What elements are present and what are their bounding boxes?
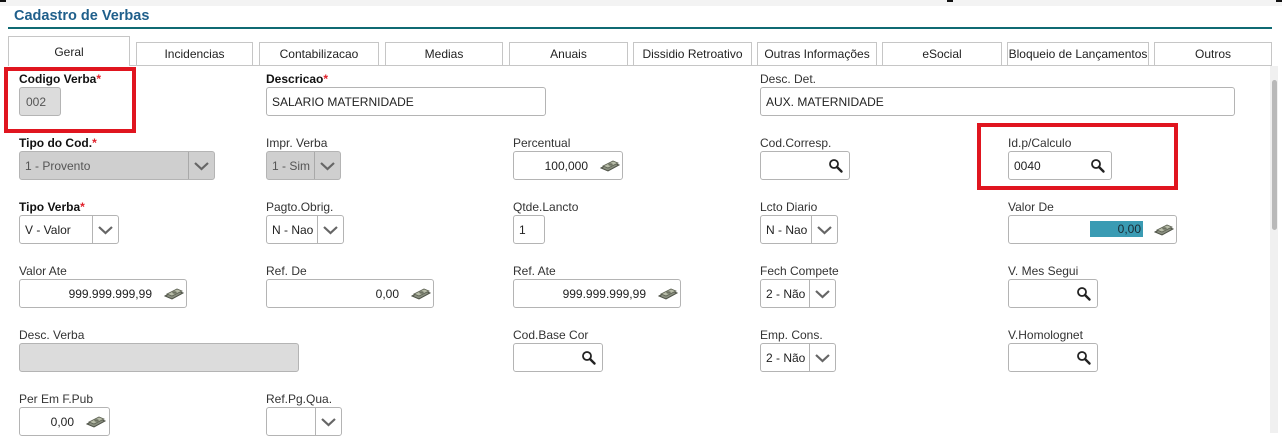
impr-verba-select[interactable]: 1 - Sim xyxy=(266,151,341,180)
chevron-down-icon xyxy=(92,216,118,243)
v-mes-segui-label: V. Mes Segui xyxy=(1008,264,1079,278)
qtde-lancto-label: Qtde.Lancto xyxy=(513,200,579,214)
money-icon[interactable] xyxy=(657,287,679,301)
pagto-obrig-label: Pagto.Obrig. xyxy=(266,200,334,214)
cod-corresp-field[interactable] xyxy=(760,151,850,180)
desc-verba-label: Desc. Verba xyxy=(19,328,85,342)
money-icon[interactable] xyxy=(163,287,185,301)
chevron-down-icon xyxy=(809,280,835,307)
lcto-diario-label: Lcto Diario xyxy=(760,200,818,214)
qtde-lancto-field[interactable]: 1 xyxy=(513,215,545,244)
percentual-label: Percentual xyxy=(513,136,571,150)
pagto-obrig-select[interactable]: N - Nao xyxy=(266,215,344,244)
tab-outras-informacoes[interactable]: Outras Informações xyxy=(757,42,877,65)
desc-verba-field[interactable] xyxy=(19,343,299,372)
emp-cons-select[interactable]: 2 - Não xyxy=(760,343,836,372)
magnifier-icon[interactable] xyxy=(1090,158,1106,174)
emp-cons-label: Emp. Cons. xyxy=(760,328,823,342)
fech-compete-label: Fech Compete xyxy=(760,264,839,278)
top-strip xyxy=(0,0,1282,6)
cod-base-cor-label: Cod.Base Cor xyxy=(513,328,589,342)
chevron-down-icon xyxy=(188,152,214,179)
tab-esocial[interactable]: eSocial xyxy=(882,42,1002,65)
money-icon[interactable] xyxy=(85,415,107,429)
v-mes-segui-field[interactable] xyxy=(1008,279,1098,308)
valor-de-field[interactable]: 0,00 xyxy=(1008,215,1177,244)
magnifier-icon[interactable] xyxy=(1076,350,1092,366)
valor-de-label: Valor De xyxy=(1008,200,1054,214)
ref-ate-field[interactable]: 999.999.999,99 xyxy=(513,279,681,308)
chevron-down-icon xyxy=(315,408,341,435)
desc-det-field[interactable]: AUX. MATERNIDADE xyxy=(760,87,1235,116)
window-corner-right xyxy=(1276,0,1282,2)
v-homolognet-label: V.Homolognet xyxy=(1008,328,1083,342)
cod-corresp-label: Cod.Corresp. xyxy=(760,136,832,150)
percentual-field[interactable]: 100,000 xyxy=(513,151,623,180)
valor-ate-field[interactable]: 999.999.999,99 xyxy=(19,279,187,308)
ref-pg-qua-label: Ref.Pg.Qua. xyxy=(266,392,333,406)
money-icon[interactable] xyxy=(410,287,432,301)
tipo-verba-select[interactable]: V - Valor xyxy=(19,215,119,244)
codigo-verba-label: Codigo Verba* xyxy=(19,72,102,86)
window-corner-left xyxy=(0,0,6,2)
fech-compete-select[interactable]: 2 - Não xyxy=(760,279,836,308)
descricao-label: Descricao* xyxy=(266,72,329,86)
ref-pg-qua-select[interactable] xyxy=(266,407,342,436)
ref-ate-label: Ref. Ate xyxy=(513,264,556,278)
v-homolognet-field[interactable] xyxy=(1008,343,1098,372)
per-em-f-pub-label: Per Em F.Pub xyxy=(19,392,94,406)
money-icon[interactable] xyxy=(1153,223,1175,237)
chevron-down-icon xyxy=(314,152,340,179)
tab-dissidio-retroativo[interactable]: Dissidio Retroativo xyxy=(633,42,752,65)
codigo-verba-field[interactable]: 002 xyxy=(19,87,61,116)
per-em-f-pub-field[interactable]: 0,00 xyxy=(19,407,110,436)
desc-det-label: Desc. Det. xyxy=(760,72,817,86)
chevron-down-icon xyxy=(809,344,835,371)
magnifier-icon[interactable] xyxy=(828,158,844,174)
tab-bloqueio-lancamentos[interactable]: Bloqueio de Lançamentos xyxy=(1007,42,1149,65)
tab-incidencias[interactable]: Incidencias xyxy=(136,42,253,65)
scrollbar-thumb[interactable] xyxy=(1272,80,1277,230)
tab-outros[interactable]: Outros xyxy=(1154,42,1272,65)
lcto-diario-select[interactable]: N - Nao xyxy=(760,215,838,244)
tipo-verba-label: Tipo Verba* xyxy=(19,200,85,214)
page-title: Cadastro de Verbas xyxy=(14,8,150,24)
valor-de-selected-text: 0,00 xyxy=(1090,221,1143,237)
title-divider xyxy=(8,27,1272,29)
tipo-cod-label: Tipo do Cod.* xyxy=(19,136,97,150)
chevron-down-icon xyxy=(811,216,837,243)
window-corner-mid xyxy=(947,0,953,2)
tipo-cod-select[interactable]: 1 - Provento xyxy=(19,151,215,180)
chevron-down-icon xyxy=(317,216,343,243)
ref-de-label: Ref. De xyxy=(266,264,307,278)
ref-de-field[interactable]: 0,00 xyxy=(266,279,434,308)
magnifier-icon[interactable] xyxy=(581,350,597,366)
tabs-divider xyxy=(8,65,1272,66)
tab-anuais[interactable]: Anuais xyxy=(509,42,628,65)
tab-contabilizacao[interactable]: Contabilizacao xyxy=(259,42,379,65)
tab-medias[interactable]: Medias xyxy=(385,42,503,65)
magnifier-icon[interactable] xyxy=(1076,286,1092,302)
descricao-field[interactable]: SALARIO MATERNIDADE xyxy=(266,87,546,116)
cod-base-cor-field[interactable] xyxy=(513,343,603,372)
tab-geral[interactable]: Geral xyxy=(8,36,130,66)
impr-verba-label: Impr. Verba xyxy=(266,136,328,150)
money-icon[interactable] xyxy=(599,159,621,173)
id-calculo-field[interactable]: 0040 xyxy=(1008,151,1112,180)
valor-ate-label: Valor Ate xyxy=(19,264,67,278)
id-calculo-label: Id.p/Calculo xyxy=(1008,136,1072,150)
